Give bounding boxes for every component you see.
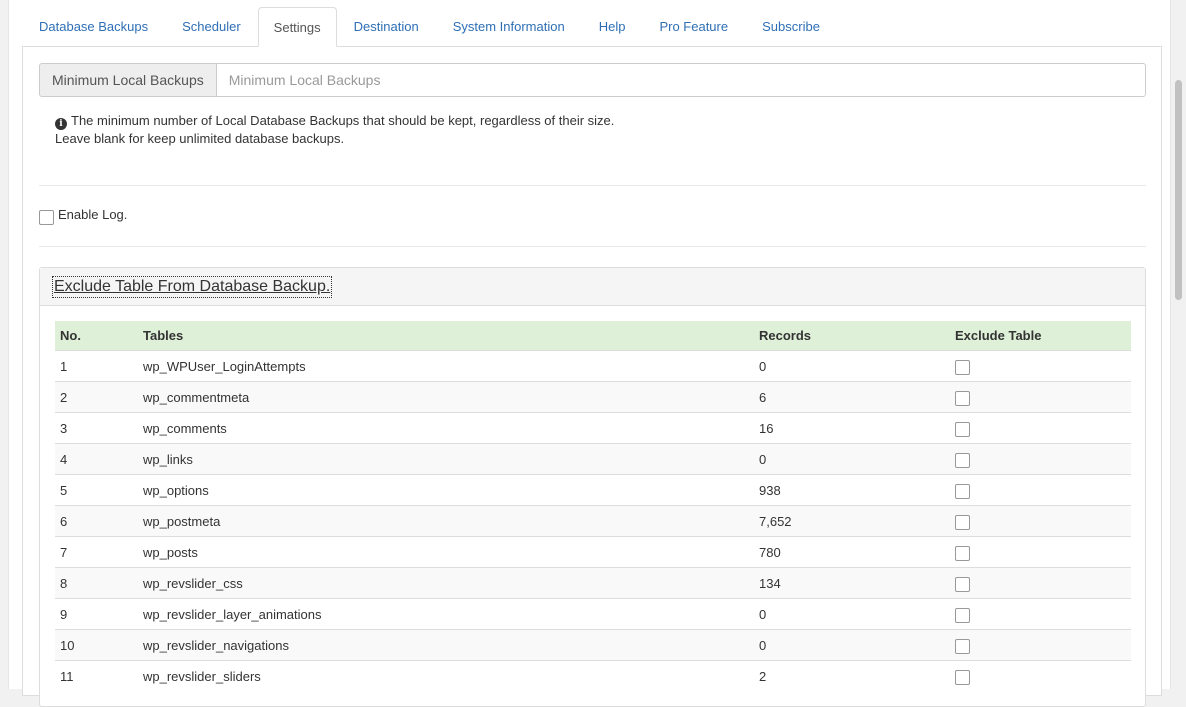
row-table-name: wp_links [138, 443, 754, 475]
row-exclude-cell [950, 443, 1131, 475]
exclude-panel-heading: Exclude Table From Database Backup. [40, 268, 1145, 306]
row-table-name: wp_revslider_layer_animations [138, 598, 754, 630]
row-records: 0 [754, 598, 950, 630]
row-no: 10 [55, 629, 138, 661]
table-row: 10 wp_revslider_navigations 0 [55, 629, 1131, 661]
row-table-name: wp_posts [138, 536, 754, 568]
exclude-table-checkbox[interactable] [955, 484, 970, 499]
enable-log-row: Enable Log. [39, 207, 127, 225]
row-no: 4 [55, 443, 138, 475]
tab-help[interactable]: Help [582, 7, 643, 46]
row-no: 2 [55, 381, 138, 413]
tab-pro-feature[interactable]: Pro Feature [642, 7, 745, 46]
divider [39, 246, 1146, 247]
row-table-name: wp_postmeta [138, 505, 754, 537]
min-backups-label: Minimum Local Backups [39, 63, 216, 97]
exclude-table-checkbox[interactable] [955, 453, 970, 468]
table-row: 9 wp_revslider_layer_animations 0 [55, 598, 1131, 630]
row-table-name: wp_revslider_navigations [138, 629, 754, 661]
tab-scheduler[interactable]: Scheduler [165, 7, 258, 46]
tab-settings[interactable]: Settings [257, 7, 337, 47]
row-exclude-cell [950, 567, 1131, 599]
row-no: 1 [55, 350, 138, 382]
row-exclude-cell [950, 505, 1131, 537]
table-row: 2 wp_commentmeta 6 [55, 381, 1131, 413]
row-records: 0 [754, 629, 950, 661]
tab-database-backups[interactable]: Database Backups [22, 7, 165, 46]
row-records: 0 [754, 443, 950, 475]
tab-destination[interactable]: Destination [337, 7, 436, 46]
col-tables: Tables [138, 321, 754, 351]
row-exclude-cell [950, 536, 1131, 568]
exclude-table-checkbox[interactable] [955, 608, 970, 623]
row-no: 7 [55, 536, 138, 568]
exclude-table-checkbox[interactable] [955, 546, 970, 561]
row-records: 938 [754, 474, 950, 506]
row-no: 6 [55, 505, 138, 537]
col-exclude-table: Exclude Table [950, 321, 1131, 351]
exclude-table-checkbox[interactable] [955, 639, 970, 654]
exclude-panel: Exclude Table From Database Backup. No. … [39, 267, 1146, 707]
table-header-row: No. Tables Records Exclude Table [55, 321, 1131, 351]
row-no: 8 [55, 567, 138, 599]
row-records: 134 [754, 567, 950, 599]
info-circle-icon: i [55, 118, 67, 130]
enable-log-checkbox[interactable] [39, 210, 54, 225]
row-records: 2 [754, 660, 950, 691]
divider [39, 185, 1146, 186]
row-exclude-cell [950, 629, 1131, 661]
row-table-name: wp_options [138, 474, 754, 506]
col-records: Records [754, 321, 950, 351]
exclude-table-checkbox[interactable] [955, 360, 970, 375]
row-table-name: wp_WPUser_LoginAttempts [138, 350, 754, 382]
min-backups-group: Minimum Local Backups [39, 63, 1146, 97]
table-row: 11 wp_revslider_sliders 2 [55, 660, 1131, 691]
help-line-1: The minimum number of Local Database Bac… [71, 113, 615, 128]
row-records: 7,652 [754, 505, 950, 537]
exclude-table-checkbox[interactable] [955, 422, 970, 437]
scrollbar-thumb[interactable] [1175, 80, 1182, 300]
row-no: 3 [55, 412, 138, 444]
row-records: 780 [754, 536, 950, 568]
min-backups-help: i The minimum number of Local Database Ba… [55, 112, 614, 148]
row-table-name: wp_revslider_css [138, 567, 754, 599]
table-row: 1 wp_WPUser_LoginAttempts 0 [55, 350, 1131, 382]
row-exclude-cell [950, 412, 1131, 444]
tab-subscribe[interactable]: Subscribe [745, 7, 837, 46]
row-records: 0 [754, 350, 950, 382]
table-row: 3 wp_comments 16 [55, 412, 1131, 444]
enable-log-label: Enable Log. [58, 207, 128, 222]
row-table-name: wp_revslider_sliders [138, 660, 754, 691]
exclude-table-checkbox[interactable] [955, 391, 970, 406]
table-row: 5 wp_options 938 [55, 474, 1131, 506]
help-line-2: Leave blank for keep unlimited database … [55, 131, 345, 146]
row-exclude-cell [950, 598, 1131, 630]
table-row: 6 wp_postmeta 7,652 [55, 505, 1131, 537]
row-records: 16 [754, 412, 950, 444]
table-row: 8 wp_revslider_css 134 [55, 567, 1131, 599]
exclude-heading-link[interactable]: Exclude Table From Database Backup. [51, 276, 333, 298]
row-no: 5 [55, 474, 138, 506]
exclude-table-checkbox[interactable] [955, 515, 970, 530]
col-no: No. [55, 321, 138, 351]
row-exclude-cell [950, 350, 1131, 382]
table-row: 7 wp_posts 780 [55, 536, 1131, 568]
row-no: 11 [55, 660, 138, 691]
exclude-table-checkbox[interactable] [955, 670, 970, 685]
min-backups-input[interactable] [215, 63, 1146, 97]
row-table-name: wp_commentmeta [138, 381, 754, 413]
row-exclude-cell [950, 474, 1131, 506]
page-scrollbar[interactable] [1171, 0, 1186, 689]
exclude-table: No. Tables Records Exclude Table 1 wp_WPU… [55, 321, 1131, 691]
row-exclude-cell [950, 660, 1131, 691]
table-row: 4 wp_links 0 [55, 443, 1131, 475]
tab-system-information[interactable]: System Information [436, 7, 582, 46]
tab-bar: Database Backups Scheduler Settings Dest… [22, 7, 1162, 47]
exclude-table-checkbox[interactable] [955, 577, 970, 592]
row-records: 6 [754, 381, 950, 413]
row-no: 9 [55, 598, 138, 630]
row-table-name: wp_comments [138, 412, 754, 444]
row-exclude-cell [950, 381, 1131, 413]
